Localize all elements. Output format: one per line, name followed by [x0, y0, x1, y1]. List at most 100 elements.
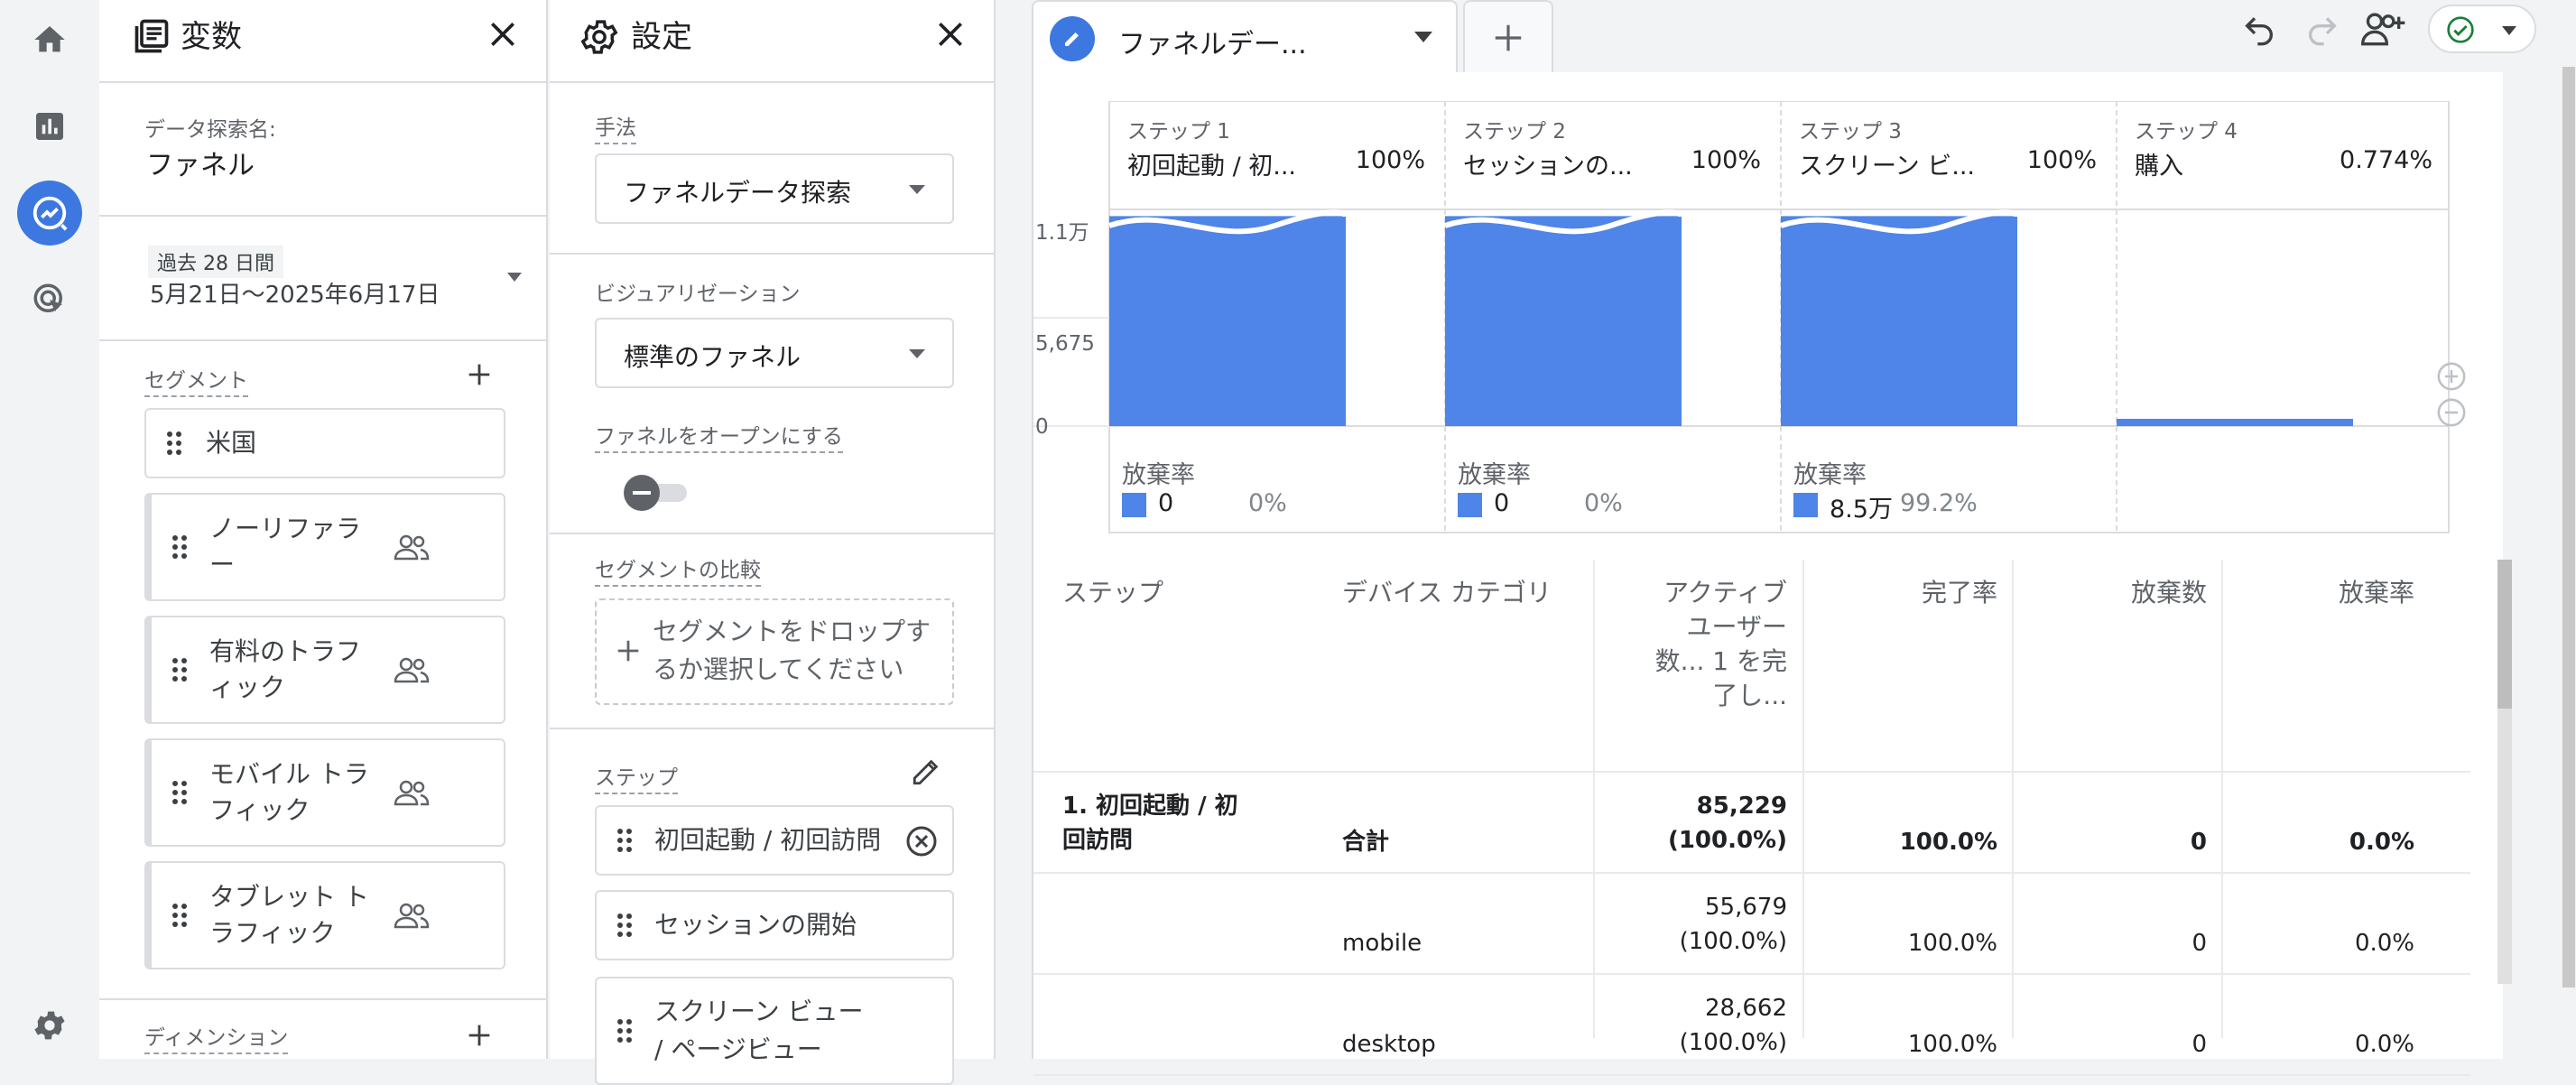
- step-item[interactable]: スクリーン ビュー / ページビュー: [595, 977, 954, 1085]
- column-header-abandon-count[interactable]: 放棄数: [2035, 576, 2207, 720]
- abandon-percent: 0%: [1248, 489, 1287, 517]
- exploration-name[interactable]: ファネル: [146, 143, 255, 182]
- column-header-device[interactable]: デバイス カテゴリ: [1342, 576, 1552, 720]
- chevron-down-icon: [507, 273, 522, 282]
- abandon-swatch: [1458, 493, 1482, 517]
- funnel-step-header[interactable]: ステップ 3 スクリーン ビ... 100%: [1781, 101, 2115, 209]
- advertising-icon[interactable]: [17, 267, 82, 332]
- tab-funnel[interactable]: ファネルデー...: [1032, 0, 1458, 74]
- drag-handle-icon[interactable]: [171, 780, 188, 805]
- remove-circle-icon[interactable]: [905, 825, 938, 858]
- segment-label: ノーリファラー: [209, 514, 362, 580]
- column-header-abandon-rate[interactable]: 放棄率: [2243, 576, 2414, 720]
- abandon-swatch: [1793, 493, 1818, 517]
- settings-panel: 設定 手法 ファネルデータ探索 ビジュアリゼーション 標準のファネル ファネルを…: [550, 0, 996, 1085]
- cell-users-pct: (100.0%): [1667, 827, 1787, 854]
- redo-icon[interactable]: [2304, 11, 2340, 47]
- scrollbar-thumb[interactable]: [2497, 560, 2512, 709]
- cell-completion: 100.0%: [1907, 1031, 1997, 1058]
- abandon-percent: 99.2%: [1900, 489, 1978, 517]
- users-icon: [394, 902, 430, 929]
- cell-abandon-count: 0: [2191, 930, 2207, 957]
- segment-item[interactable]: 有料のトラフィック: [144, 616, 505, 724]
- column-header-completion-rate[interactable]: 完了率: [1828, 576, 1997, 720]
- step-percent: 100%: [1691, 146, 1761, 174]
- table-scrollbar[interactable]: [2497, 560, 2512, 984]
- abandon-swatch: [1122, 493, 1146, 517]
- segment-label: モバイル トラフィック: [209, 759, 369, 825]
- users-icon: [394, 779, 430, 806]
- abandon-value: 8.5万: [1830, 496, 1893, 524]
- cell-abandon-rate: 0.0%: [2354, 930, 2414, 957]
- drag-handle-icon[interactable]: [616, 913, 633, 938]
- segment-label: タブレット トラフィック: [209, 882, 369, 948]
- gear-icon: [579, 16, 620, 58]
- segment-item[interactable]: ノーリファラー: [144, 493, 505, 601]
- home-icon[interactable]: [17, 7, 82, 72]
- explore-icon[interactable]: [17, 181, 82, 246]
- segment-item[interactable]: タブレット トラフィック: [144, 861, 505, 969]
- edit-steps-pencil-icon[interactable]: [911, 756, 941, 787]
- drag-handle-icon[interactable]: [171, 534, 188, 560]
- segment-drop-text: セグメントをドロップするか選択してください: [653, 617, 931, 684]
- users-icon: [394, 533, 430, 561]
- funnel-bar: [1445, 216, 1682, 426]
- open-funnel-toggle[interactable]: [624, 475, 692, 511]
- nav-rail: [0, 0, 99, 1059]
- abandon-value: 0: [1494, 489, 1510, 517]
- drag-handle-icon[interactable]: [616, 828, 633, 853]
- date-badge: 過去 28 日間: [148, 246, 283, 278]
- step-item[interactable]: 初回起動 / 初回訪問: [595, 805, 954, 876]
- step-percent: 100%: [2026, 146, 2097, 174]
- step-label: スクリーン ビュー / ページビュー: [654, 997, 864, 1064]
- cell-users-pct: (100.0%): [1679, 928, 1787, 955]
- chevron-down-icon[interactable]: [1414, 32, 1432, 42]
- drag-handle-icon[interactable]: [166, 431, 182, 456]
- canvas-scrollbar[interactable]: [2562, 67, 2575, 988]
- undo-icon[interactable]: [2241, 11, 2277, 47]
- add-dimension-icon[interactable]: [464, 1020, 495, 1051]
- column-header-active-users[interactable]: アクティブ ユーザー数... 1 を完了し...: [1647, 576, 1787, 720]
- reports-icon[interactable]: [17, 94, 82, 159]
- drag-handle-icon[interactable]: [171, 657, 188, 682]
- close-icon[interactable]: [485, 16, 521, 52]
- zoom-in-icon[interactable]: [2436, 361, 2467, 392]
- segment-item[interactable]: モバイル トラフィック: [144, 738, 505, 847]
- share-person-add-icon[interactable]: [2360, 11, 2407, 47]
- close-icon[interactable]: [932, 16, 968, 52]
- cell-abandon-rate: 0.0%: [2354, 1031, 2414, 1058]
- visualization-label: ビジュアリゼーション: [595, 283, 801, 306]
- visualization-select[interactable]: 標準のファネル: [595, 318, 954, 388]
- step-item[interactable]: セッションの開始: [595, 890, 954, 960]
- drag-handle-icon[interactable]: [616, 1018, 633, 1043]
- abandon-label: 放棄率: [1458, 461, 1531, 489]
- cell-device: 合計: [1342, 829, 1390, 856]
- cell-abandon-rate: 0.0%: [2349, 829, 2414, 856]
- funnel-step-header[interactable]: ステップ 1 初回起動 / 初... 100%: [1109, 101, 1443, 209]
- add-tab-button[interactable]: [1463, 0, 1553, 74]
- segment-drop-zone[interactable]: セグメントをドロップするか選択してください: [595, 598, 954, 705]
- users-icon: [394, 656, 430, 683]
- dimensions-label: ディメンション: [144, 1020, 289, 1054]
- date-range-picker[interactable]: 過去 28 日間 5月21日〜2025年6月17日: [144, 242, 533, 314]
- open-funnel-label: ファネルをオープンにする: [595, 419, 843, 453]
- abandon-percent: 0%: [1584, 489, 1623, 517]
- step-number: ステップ 2: [1463, 120, 1566, 144]
- chevron-down-icon: [2502, 26, 2516, 35]
- drag-handle-icon[interactable]: [171, 903, 188, 928]
- cell-completion: 100.0%: [1899, 829, 1997, 856]
- status-menu[interactable]: [2428, 5, 2536, 53]
- segment-label: 米国: [206, 428, 257, 458]
- step-name: セッションの...: [1463, 153, 1633, 181]
- segment-item[interactable]: 米国: [144, 408, 505, 478]
- add-segment-icon[interactable]: [464, 359, 495, 390]
- technique-select[interactable]: ファネルデータ探索: [595, 153, 954, 224]
- zoom-out-icon[interactable]: [2436, 397, 2467, 428]
- plus-icon: [1495, 24, 1522, 51]
- funnel-step-header[interactable]: ステップ 2 セッションの... 100%: [1445, 101, 1779, 209]
- settings-gear-icon[interactable]: [17, 993, 82, 1058]
- cell-users: 85,229: [1696, 793, 1787, 820]
- step-label: 初回起動 / 初回訪問: [654, 825, 882, 855]
- funnel-step-header[interactable]: ステップ 4 購入 0.774%: [2117, 101, 2451, 209]
- column-header-step[interactable]: ステップ: [1062, 576, 1163, 720]
